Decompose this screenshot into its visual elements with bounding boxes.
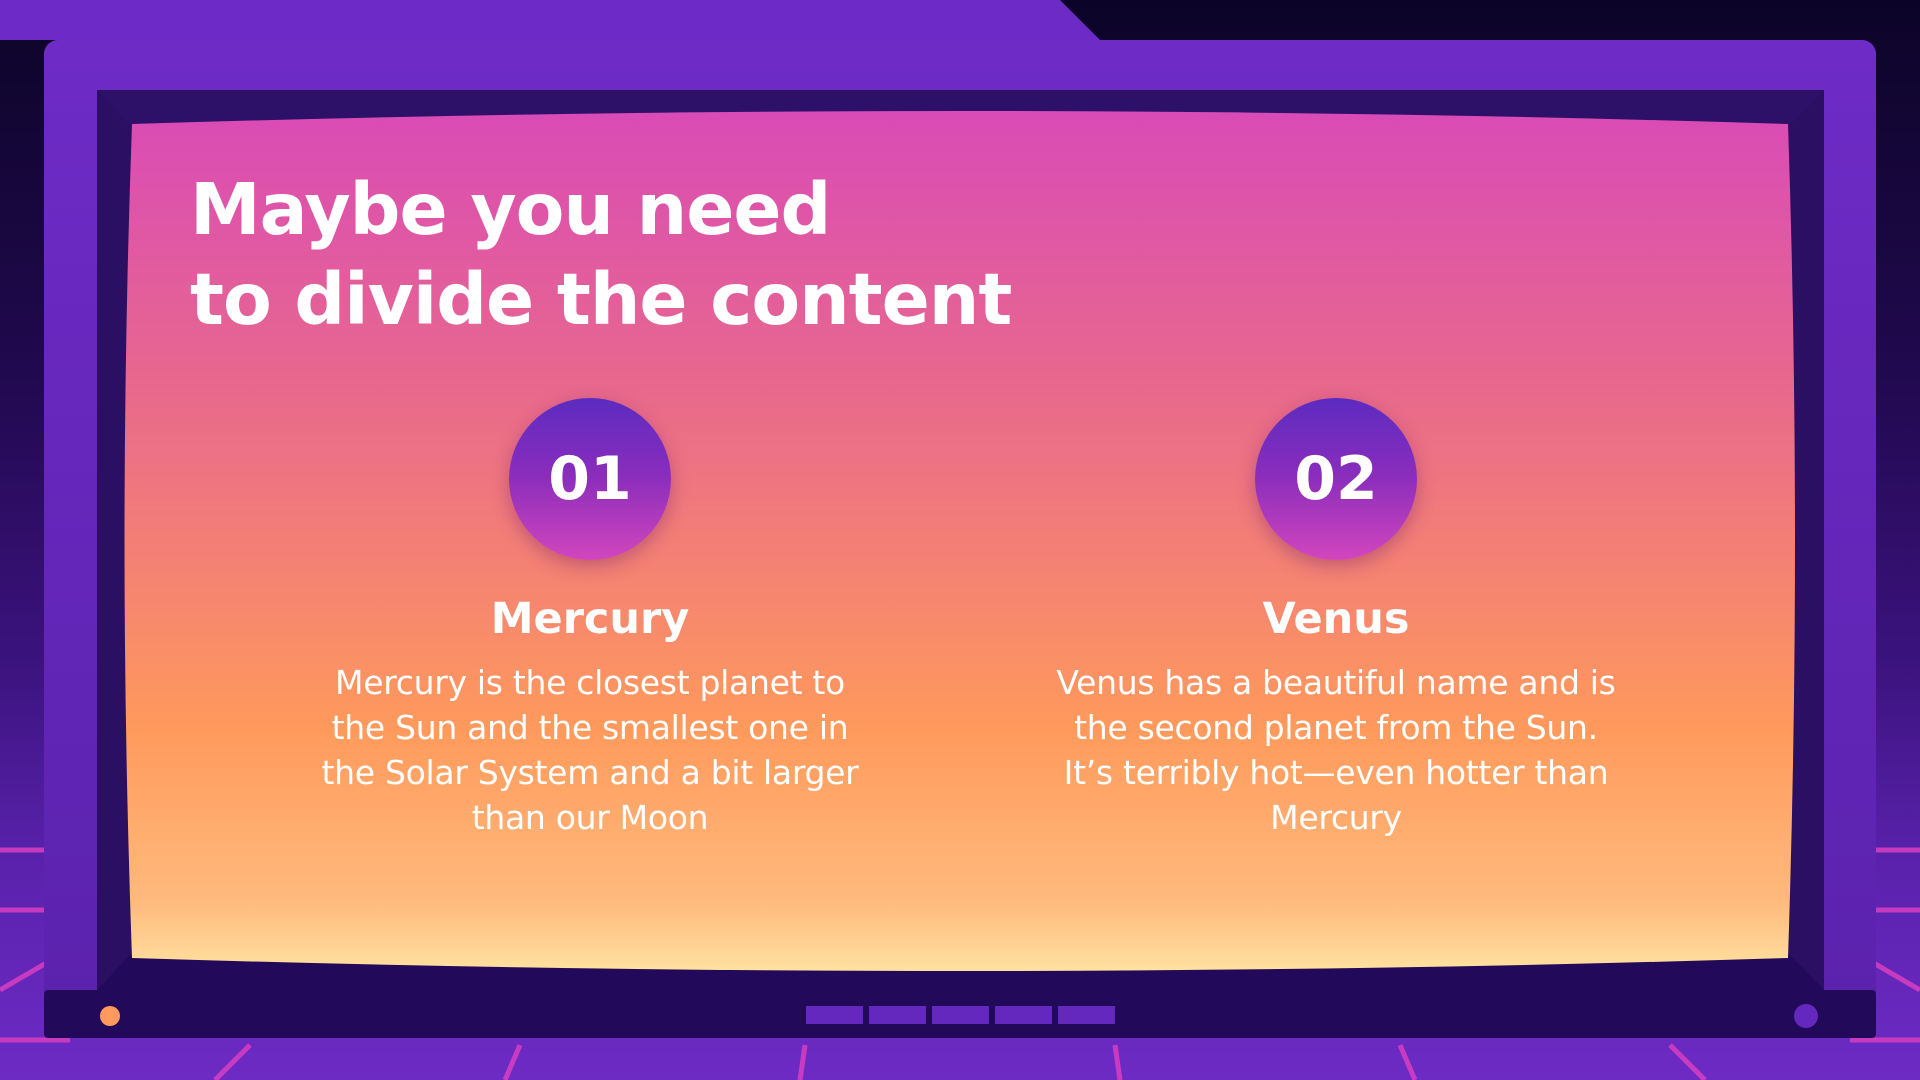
number-badge: 01 [509, 398, 671, 560]
slide: Maybe you need to divide the content 01 … [0, 0, 1920, 1080]
content-item-mercury: 01 Mercury Mercury is the closest planet… [290, 398, 890, 840]
item-description: Venus has a beautiful name and is the se… [1056, 663, 1616, 837]
vent-slots [806, 1006, 1115, 1024]
item-description: Mercury is the closest planet to the Sun… [321, 663, 859, 837]
slide-title-line-2: to divide the content [190, 258, 1012, 341]
slide-title: Maybe you need to divide the content [190, 165, 1012, 345]
item-title: Venus [1262, 594, 1410, 644]
slide-title-line-1: Maybe you need [190, 168, 831, 251]
power-light-icon [100, 1006, 120, 1026]
content-item-venus: 02 Venus Venus has a beautiful name and … [1036, 398, 1636, 840]
item-title: Mercury [490, 594, 690, 644]
number-badge: 02 [1255, 398, 1417, 560]
status-light-icon [1794, 1004, 1818, 1028]
